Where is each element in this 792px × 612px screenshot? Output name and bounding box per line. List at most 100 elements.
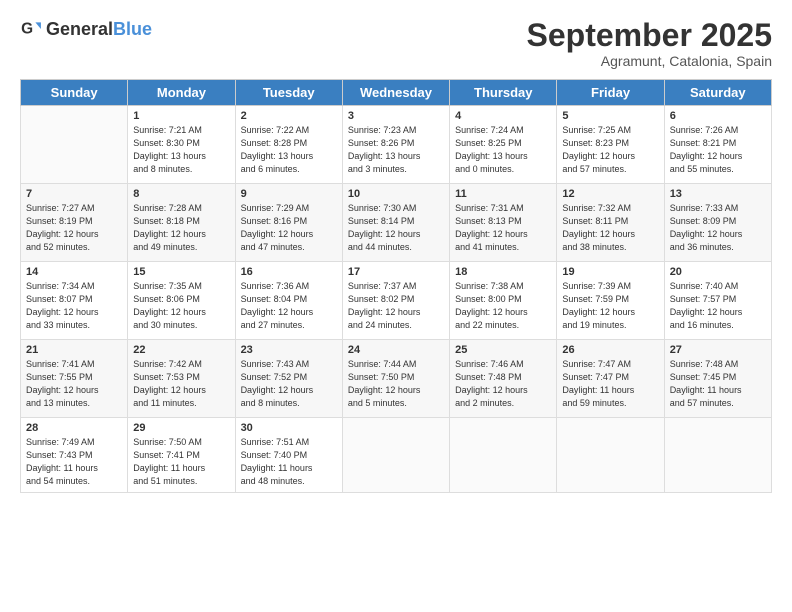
day-number: 16 [241,266,337,278]
day-number: 11 [455,188,551,200]
day-number: 20 [670,266,766,278]
table-row: 24 Sunrise: 7:44 AM Sunset: 7:50 PM Dayli… [342,340,449,418]
day-number: 5 [562,110,658,122]
table-row: 30Sunrise: 7:51 AM Sunset: 7:40 PM Dayli… [235,418,342,493]
day-info: Sunrise: 7:35 AM Sunset: 8:06 PM Dayligh… [133,280,229,332]
main-title: September 2025 [527,18,772,53]
day-number: 23 [241,344,337,356]
day-number: 24 [348,344,444,356]
logo: G GeneralBlue [20,18,152,40]
header-saturday: Saturday [664,80,771,106]
day-info: Sunrise: 7:50 AM Sunset: 7:41 PM Dayligh… [133,436,229,488]
day-number: 4 [455,110,551,122]
table-row [21,106,128,184]
day-number: 21 [26,344,122,356]
day-number: 9 [241,188,337,200]
day-number: 12 [562,188,658,200]
table-row: 11 Sunrise: 7:31 AM Sunset: 8:13 PM Dayli… [450,184,557,262]
day-info: Sunrise: 7:26 AM Sunset: 8:21 PM Dayligh… [670,124,766,176]
logo-general: General [46,19,113,39]
day-number: 28 [26,422,122,434]
day-info: Sunrise: 7:21 AM Sunset: 8:30 PM Dayligh… [133,124,229,176]
day-info: Sunrise: 7:41 AM Sunset: 7:55 PM Dayligh… [26,358,122,410]
table-row: 12 Sunrise: 7:32 AM Sunset: 8:11 PM Dayli… [557,184,664,262]
header-monday: Monday [128,80,235,106]
table-row: 7 Sunrise: 7:27 AM Sunset: 8:19 PM Daylig… [21,184,128,262]
day-number: 15 [133,266,229,278]
day-number: 19 [562,266,658,278]
day-info: Sunrise: 7:38 AM Sunset: 8:00 PM Dayligh… [455,280,551,332]
day-number: 7 [26,188,122,200]
day-info: Sunrise: 7:28 AM Sunset: 8:18 PM Dayligh… [133,202,229,254]
table-row: 6 Sunrise: 7:26 AM Sunset: 8:21 PM Daylig… [664,106,771,184]
table-row [557,418,664,493]
day-info: Sunrise: 7:40 AM Sunset: 7:57 PM Dayligh… [670,280,766,332]
day-number: 22 [133,344,229,356]
day-number: 6 [670,110,766,122]
table-row: 13 Sunrise: 7:33 AM Sunset: 8:09 PM Dayli… [664,184,771,262]
table-row: 9 Sunrise: 7:29 AM Sunset: 8:16 PM Daylig… [235,184,342,262]
table-row: 21 Sunrise: 7:41 AM Sunset: 7:55 PM Dayli… [21,340,128,418]
day-info: Sunrise: 7:27 AM Sunset: 8:19 PM Dayligh… [26,202,122,254]
table-row: 26 Sunrise: 7:47 AM Sunset: 7:47 PM Dayli… [557,340,664,418]
day-info: Sunrise: 7:22 AM Sunset: 8:28 PM Dayligh… [241,124,337,176]
day-info: Sunrise: 7:33 AM Sunset: 8:09 PM Dayligh… [670,202,766,254]
subtitle: Agramunt, Catalonia, Spain [527,53,772,69]
day-number: 26 [562,344,658,356]
header: G GeneralBlue September 2025 Agramunt, C… [20,18,772,69]
day-info: Sunrise: 7:47 AM Sunset: 7:47 PM Dayligh… [562,358,658,410]
table-row: 17Sunrise: 7:37 AM Sunset: 8:02 PM Dayli… [342,262,449,340]
table-row: 4 Sunrise: 7:24 AM Sunset: 8:25 PM Daylig… [450,106,557,184]
day-info: Sunrise: 7:24 AM Sunset: 8:25 PM Dayligh… [455,124,551,176]
day-info: Sunrise: 7:42 AM Sunset: 7:53 PM Dayligh… [133,358,229,410]
title-area: September 2025 Agramunt, Catalonia, Spai… [527,18,772,69]
table-row: 15 Sunrise: 7:35 AM Sunset: 8:06 PM Dayli… [128,262,235,340]
day-number: 8 [133,188,229,200]
day-info: Sunrise: 7:39 AM Sunset: 7:59 PM Dayligh… [562,280,658,332]
day-info: Sunrise: 7:30 AM Sunset: 8:14 PM Dayligh… [348,202,444,254]
header-sunday: Sunday [21,80,128,106]
day-info: Sunrise: 7:34 AM Sunset: 8:07 PM Dayligh… [26,280,122,332]
table-row: 14 Sunrise: 7:34 AM Sunset: 8:07 PM Dayli… [21,262,128,340]
table-row [450,418,557,493]
day-info: Sunrise: 7:36 AM Sunset: 8:04 PM Dayligh… [241,280,337,332]
calendar-page: G GeneralBlue September 2025 Agramunt, C… [0,0,792,612]
table-row: 8 Sunrise: 7:28 AM Sunset: 8:18 PM Daylig… [128,184,235,262]
table-row: 16 Sunrise: 7:36 AM Sunset: 8:04 PM Dayli… [235,262,342,340]
day-number: 13 [670,188,766,200]
header-friday: Friday [557,80,664,106]
table-row: 23 Sunrise: 7:43 AM Sunset: 7:52 PM Dayli… [235,340,342,418]
day-info: Sunrise: 7:46 AM Sunset: 7:48 PM Dayligh… [455,358,551,410]
day-number: 30 [241,422,337,434]
day-info: Sunrise: 7:49 AM Sunset: 7:43 PM Dayligh… [26,436,122,488]
table-row: 28 Sunrise: 7:49 AM Sunset: 7:43 PM Dayli… [21,418,128,493]
table-row: 5Sunrise: 7:25 AM Sunset: 8:23 PM Daylig… [557,106,664,184]
day-number: 10 [348,188,444,200]
table-row: 19 Sunrise: 7:39 AM Sunset: 7:59 PM Dayli… [557,262,664,340]
day-info: Sunrise: 7:32 AM Sunset: 8:11 PM Dayligh… [562,202,658,254]
calendar-table: Sunday Monday Tuesday Wednesday Thursday… [20,79,772,493]
day-number: 1 [133,110,229,122]
table-row [342,418,449,493]
day-number: 17 [348,266,444,278]
day-info: Sunrise: 7:44 AM Sunset: 7:50 PM Dayligh… [348,358,444,410]
day-info: Sunrise: 7:48 AM Sunset: 7:45 PM Dayligh… [670,358,766,410]
table-row: 22 Sunrise: 7:42 AM Sunset: 7:53 PM Dayli… [128,340,235,418]
header-wednesday: Wednesday [342,80,449,106]
day-number: 25 [455,344,551,356]
day-number: 14 [26,266,122,278]
table-row [664,418,771,493]
header-thursday: Thursday [450,80,557,106]
day-number: 18 [455,266,551,278]
table-row: 20 Sunrise: 7:40 AM Sunset: 7:57 PM Dayli… [664,262,771,340]
day-info: Sunrise: 7:31 AM Sunset: 8:13 PM Dayligh… [455,202,551,254]
logo-blue: Blue [113,19,152,39]
day-info: Sunrise: 7:23 AM Sunset: 8:26 PM Dayligh… [348,124,444,176]
logo-icon: G [20,18,42,40]
svg-text:G: G [21,20,33,37]
day-number: 29 [133,422,229,434]
table-row: 29 Sunrise: 7:50 AM Sunset: 7:41 PM Dayli… [128,418,235,493]
day-info: Sunrise: 7:29 AM Sunset: 8:16 PM Dayligh… [241,202,337,254]
day-info: Sunrise: 7:43 AM Sunset: 7:52 PM Dayligh… [241,358,337,410]
table-row: 2Sunrise: 7:22 AM Sunset: 8:28 PM Daylig… [235,106,342,184]
